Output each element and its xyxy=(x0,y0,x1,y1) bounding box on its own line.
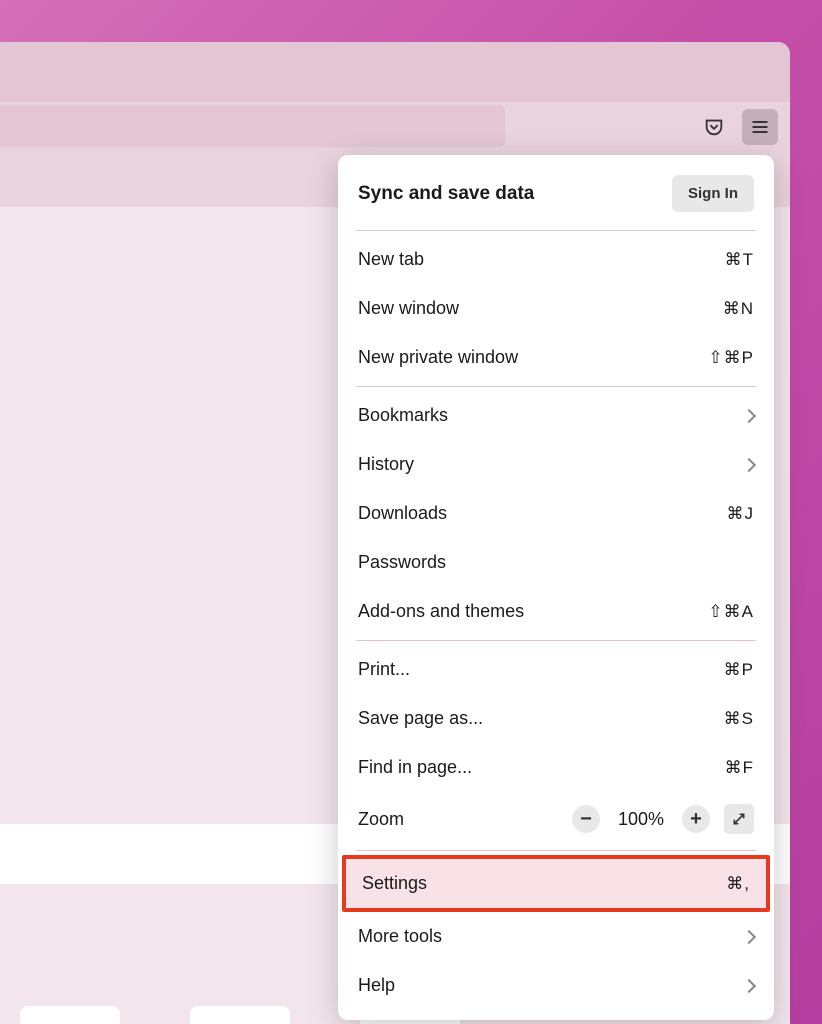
menu-label: New private window xyxy=(358,347,708,368)
menu-divider xyxy=(356,230,756,231)
sync-title: Sync and save data xyxy=(358,183,534,205)
menu-label: Downloads xyxy=(358,503,727,524)
menu-find-in-page[interactable]: Find in page... ⌘F xyxy=(338,743,774,792)
menu-shortcut: ⇧⌘P xyxy=(708,348,754,368)
menu-downloads[interactable]: Downloads ⌘J xyxy=(338,489,774,538)
sign-in-button[interactable]: Sign In xyxy=(672,175,754,212)
menu-label: Settings xyxy=(362,873,726,894)
menu-label: Save page as... xyxy=(358,708,724,729)
menu-label: Help xyxy=(358,975,744,996)
menu-label: New tab xyxy=(358,249,725,270)
url-bar[interactable] xyxy=(0,105,505,147)
menu-more-tools[interactable]: More tools xyxy=(338,912,774,961)
menu-label: Print... xyxy=(358,659,724,680)
menu-bookmarks[interactable]: Bookmarks xyxy=(338,391,774,440)
menu-label: Add-ons and themes xyxy=(358,601,708,622)
hamburger-menu-icon[interactable] xyxy=(742,109,778,145)
menu-help[interactable]: Help xyxy=(338,961,774,1010)
menu-divider xyxy=(356,850,756,851)
menu-zoom-row: Zoom − 100% + xyxy=(338,792,774,846)
menu-settings[interactable]: Settings ⌘, xyxy=(346,859,766,908)
chevron-right-icon xyxy=(742,929,756,943)
zoom-label: Zoom xyxy=(358,809,558,830)
menu-sync-header: Sync and save data Sign In xyxy=(338,165,774,226)
menu-shortcut: ⌘N xyxy=(723,299,754,319)
footer-tab[interactable] xyxy=(20,1006,120,1024)
pocket-icon[interactable] xyxy=(696,109,732,145)
menu-shortcut: ⌘F xyxy=(725,758,754,778)
menu-shortcut: ⌘, xyxy=(726,874,750,894)
menu-addons[interactable]: Add-ons and themes ⇧⌘A xyxy=(338,587,774,636)
menu-passwords[interactable]: Passwords xyxy=(338,538,774,587)
menu-print[interactable]: Print... ⌘P xyxy=(338,645,774,694)
chevron-right-icon xyxy=(742,408,756,422)
chevron-right-icon xyxy=(742,978,756,992)
menu-label: New window xyxy=(358,298,723,319)
zoom-in-button[interactable]: + xyxy=(682,805,710,833)
menu-label: Passwords xyxy=(358,552,754,573)
menu-label: History xyxy=(358,454,744,475)
zoom-value: 100% xyxy=(614,809,668,830)
footer-tab[interactable] xyxy=(190,1006,290,1024)
menu-shortcut: ⇧⌘A xyxy=(708,602,754,622)
menu-history[interactable]: History xyxy=(338,440,774,489)
chevron-right-icon xyxy=(742,457,756,471)
menu-new-private-window[interactable]: New private window ⇧⌘P xyxy=(338,333,774,382)
zoom-out-button[interactable]: − xyxy=(572,805,600,833)
menu-label: Find in page... xyxy=(358,757,725,778)
menu-new-tab[interactable]: New tab ⌘T xyxy=(338,235,774,284)
menu-divider xyxy=(356,640,756,641)
menu-shortcut: ⌘S xyxy=(724,709,754,729)
settings-highlight: Settings ⌘, xyxy=(342,855,770,912)
menu-new-window[interactable]: New window ⌘N xyxy=(338,284,774,333)
menu-shortcut: ⌘J xyxy=(727,504,755,524)
application-menu: Sync and save data Sign In New tab ⌘T Ne… xyxy=(338,155,774,1020)
menu-shortcut: ⌘P xyxy=(724,660,754,680)
menu-shortcut: ⌘T xyxy=(725,250,754,270)
fullscreen-button[interactable] xyxy=(724,804,754,834)
menu-label: Bookmarks xyxy=(358,405,744,426)
tab-bar xyxy=(0,42,790,102)
menu-label: More tools xyxy=(358,926,744,947)
menu-save-page[interactable]: Save page as... ⌘S xyxy=(338,694,774,743)
menu-divider xyxy=(356,386,756,387)
